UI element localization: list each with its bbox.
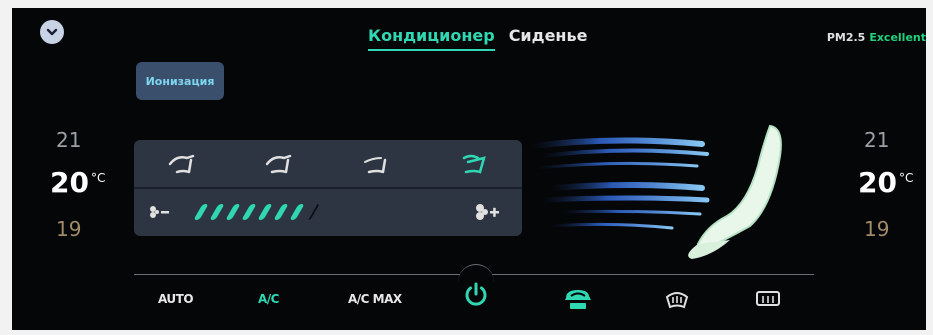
tab-air-conditioner[interactable]: Кондиционер (368, 26, 495, 51)
seat-airflow-illustration (532, 124, 782, 259)
fan-speed-row (134, 196, 522, 228)
left-temp-up-value: 21 (56, 128, 82, 152)
power-icon[interactable] (462, 281, 490, 309)
front-defrost-icon[interactable] (664, 289, 690, 309)
fan-level-bar[interactable] (225, 204, 241, 220)
auto-button[interactable]: AUTO (158, 292, 194, 306)
airflow-windshield-icon[interactable] (458, 152, 490, 176)
fan-level-bar[interactable] (289, 204, 305, 220)
right-temp-unit: °C (898, 171, 914, 185)
fan-level-bar[interactable] (257, 204, 273, 220)
right-temp-current: 20 °C (858, 166, 926, 199)
tab-bar: Кондиционер Сиденье (368, 26, 587, 51)
fan-level-bar[interactable] (193, 204, 209, 220)
airflow-face-feet-icon[interactable] (264, 152, 296, 176)
left-temp-value: 20 (50, 166, 89, 199)
right-temp-value: 20 (858, 166, 897, 199)
airflow-mode-row (134, 148, 522, 180)
tab-seat[interactable]: Сиденье (509, 26, 588, 51)
right-temp-up[interactable]: 21 (864, 128, 926, 152)
fan-minus-icon (150, 206, 169, 218)
fan-level-bar[interactable] (209, 204, 225, 220)
fan-decrease-button[interactable] (134, 204, 184, 220)
fan-level-bar[interactable] (305, 204, 320, 220)
airflow-face-icon[interactable] (167, 152, 199, 176)
pm-label: PM2.5 (826, 31, 866, 44)
collapse-button[interactable] (40, 20, 64, 44)
left-temp-current: 20 °C (50, 166, 120, 199)
air-quality-indicator: PM2.5 Excellent (827, 31, 926, 44)
airflow-feet-icon[interactable] (361, 152, 393, 176)
fan-level-bar[interactable] (273, 204, 289, 220)
fan-level-bar[interactable] (241, 204, 257, 220)
left-temp-unit: °C (90, 171, 106, 185)
ac-max-button[interactable]: A/C MAX (348, 292, 402, 306)
right-temp-down[interactable]: 19 (864, 217, 926, 241)
left-temp-down[interactable]: 19 (56, 217, 126, 241)
left-temp-up[interactable]: 21 (56, 128, 126, 152)
pm-status: Excellent (869, 31, 926, 44)
recirculation-icon[interactable] (562, 286, 594, 312)
panel-divider (134, 187, 522, 189)
right-temp-up-value: 21 (864, 128, 890, 152)
chevron-down-icon (46, 28, 58, 36)
ac-button[interactable]: A/C (258, 292, 279, 306)
right-temp-down-value: 19 (864, 217, 890, 241)
ionization-button[interactable]: Ионизация (136, 62, 224, 100)
fan-level-bars[interactable] (193, 204, 320, 220)
climate-screen: Кондиционер Сиденье PM2.5 Excellent Иониз… (12, 8, 926, 330)
rear-defrost-icon[interactable] (754, 289, 782, 309)
fan-plus-icon (476, 204, 499, 220)
left-temp-down-value: 19 (56, 217, 82, 241)
fan-increase-button[interactable] (462, 203, 512, 221)
airflow-panel (134, 140, 522, 236)
